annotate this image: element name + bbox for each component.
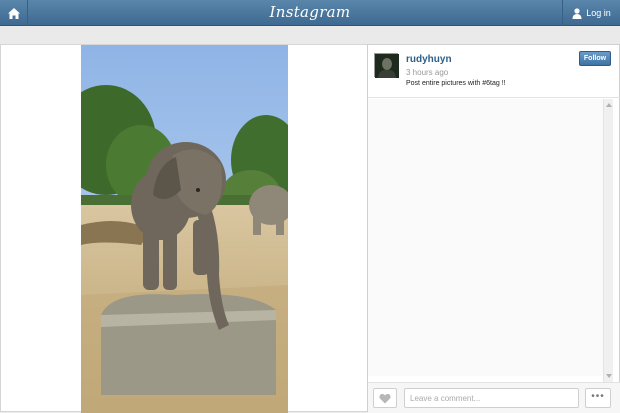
user-icon [572,7,582,19]
post-photo[interactable] [81,45,288,413]
scroll-down-arrow-icon[interactable] [606,374,612,378]
login-button[interactable]: Log in [562,0,620,26]
heart-icon [379,393,391,403]
post-header: rudyhuyn 3 hours ago Post entire picture… [368,45,620,98]
like-button[interactable] [373,388,397,408]
username-link[interactable]: rudyhuyn [406,54,452,65]
post-sidebar: rudyhuyn 3 hours ago Post entire picture… [367,44,620,413]
scroll-up-arrow-icon[interactable] [606,103,612,107]
post-caption: Post entire pictures with #6tag !! [406,80,506,87]
login-label: Log in [586,8,611,18]
comment-footer: ••• [368,382,620,413]
post-time: 3 hours ago [406,68,449,77]
comments-scrollbar[interactable] [603,99,613,382]
avatar[interactable] [374,53,399,78]
more-options-button[interactable]: ••• [585,388,611,408]
comments-area [368,99,611,376]
photo-panel [0,44,367,413]
brand-logo[interactable]: Instagram [0,3,620,21]
top-bar: Instagram Log in [0,0,620,26]
comment-input[interactable] [404,388,579,408]
follow-button[interactable]: Follow [579,51,611,66]
